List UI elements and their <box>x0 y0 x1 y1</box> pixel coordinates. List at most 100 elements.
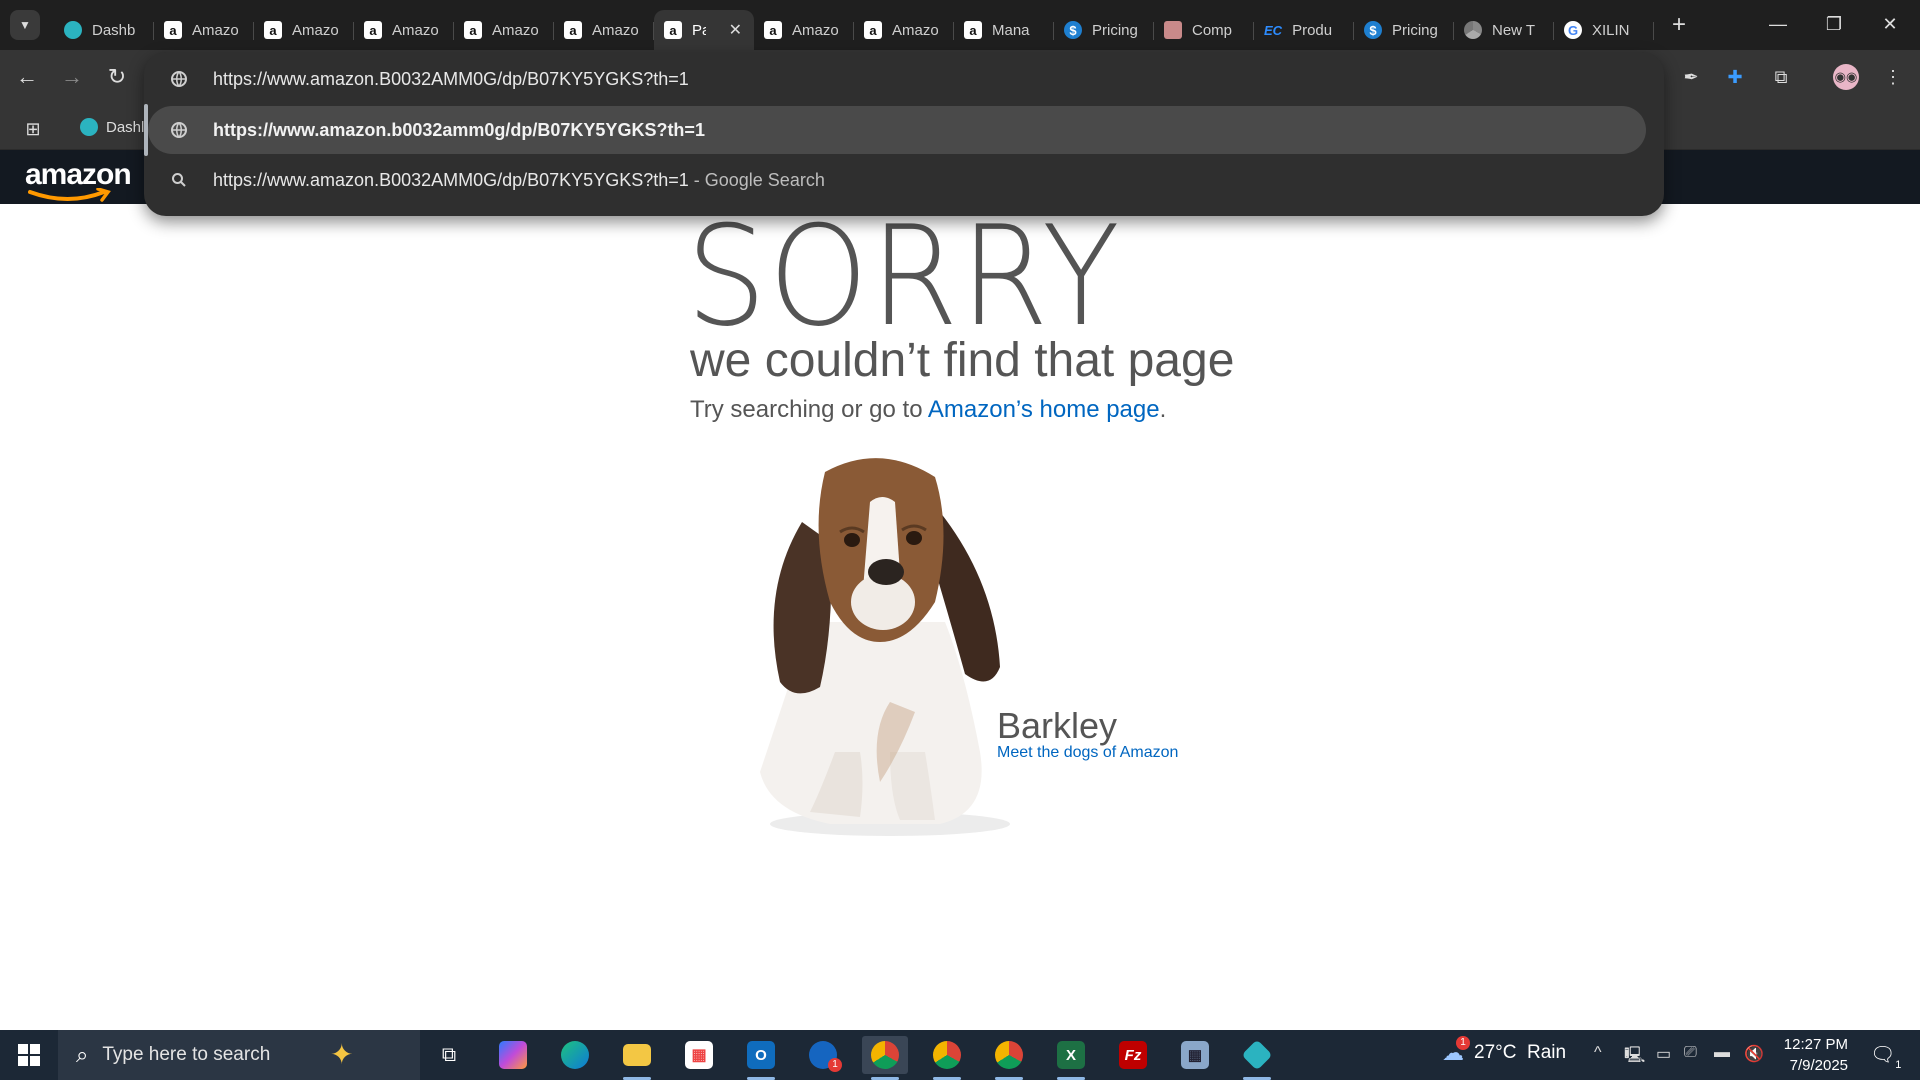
error-subtitle: we couldn’t find that page <box>690 334 1235 387</box>
tab[interactable]: New T <box>1454 10 1554 50</box>
tab[interactable]: $ Pricing <box>1354 10 1454 50</box>
weather-widget[interactable]: ☁ 1 27°C Rain <box>1442 1036 1567 1066</box>
tab[interactable]: a Amazo <box>154 10 254 50</box>
start-button[interactable] <box>0 1030 58 1080</box>
suggestion-search-suffix: - Google Search <box>688 169 825 190</box>
taskbar-dashboard-app[interactable] <box>1234 1036 1280 1080</box>
profile-avatar[interactable]: ◉◉ <box>1833 64 1859 90</box>
tab[interactable]: EC Produ <box>1254 10 1354 50</box>
taskbar-calculator[interactable]: ▦ <box>1172 1036 1218 1074</box>
home-page-link[interactable]: Amazon’s home page <box>928 396 1160 423</box>
filezilla-icon: Fz <box>1119 1041 1147 1069</box>
dashboard-hex-icon <box>1241 1039 1273 1071</box>
display-icon[interactable]: ⎚ <box>1684 1044 1697 1062</box>
taskbar-store[interactable]: ▦ <box>676 1036 722 1074</box>
taskbar-file-explorer[interactable] <box>614 1036 660 1080</box>
taskbar-chrome-3[interactable] <box>986 1036 1032 1080</box>
address-input[interactable]: https://www.amazon.B0032AMM0G/dp/B07KY5Y… <box>213 69 689 90</box>
task-view-button[interactable]: ⧉ <box>426 1036 472 1074</box>
meet-the-dogs-link[interactable]: Meet the dogs of Amazon <box>997 744 1178 762</box>
tab-title: Pricing <box>1092 21 1138 39</box>
store-icon: ▦ <box>685 1041 713 1069</box>
tab[interactable]: a Amazo <box>554 10 654 50</box>
forward-button[interactable]: → <box>57 64 87 90</box>
apps-button[interactable]: ⊞ <box>20 116 46 142</box>
error-hint-text: Try searching or go to <box>690 396 928 423</box>
windows-logo-icon <box>18 1044 40 1066</box>
taskbar-chrome-1[interactable] <box>862 1036 908 1080</box>
address-bar[interactable]: https://www.amazon.B0032AMM0G/dp/B07KY5Y… <box>144 55 1664 103</box>
extension-feather-button[interactable]: ✒ <box>1678 64 1704 90</box>
taskbar-search[interactable]: ⌕ Type here to search ✦ <box>58 1030 420 1080</box>
chrome-icon <box>1464 21 1482 39</box>
chevron-down-icon: ▼ <box>19 18 31 32</box>
tab-strip: ▼ DashbaAmazoaAmazoaAmazoaAmazoaAmazoaPa… <box>0 0 1920 50</box>
tab-title: Pa <box>692 21 706 39</box>
tab[interactable]: $ Pricing <box>1054 10 1154 50</box>
notification-center-button[interactable]: 🗨 1 <box>1870 1042 1901 1071</box>
amazon-logo[interactable]: amazon <box>25 158 132 192</box>
minimize-button[interactable]: — <box>1750 0 1806 48</box>
suggestion-search[interactable]: https://www.amazon.B0032AMM0G/dp/B07KY5Y… <box>144 156 1664 204</box>
taskbar-zoho[interactable]: 1 <box>800 1036 846 1074</box>
extension-blue-button[interactable]: ✚ <box>1722 64 1748 90</box>
chrome-icon <box>933 1041 961 1069</box>
amazon-icon: a <box>364 21 382 39</box>
meet-now-icon[interactable]: ▭ <box>1656 1044 1671 1064</box>
tab-close-icon[interactable]: ✕ <box>729 20 742 40</box>
amazon-icon: a <box>264 21 282 39</box>
tab-title: Pricing <box>1392 21 1438 39</box>
tab[interactable]: Dashb <box>54 10 154 50</box>
weather-text: 27°C Rain <box>1474 1042 1567 1063</box>
omnibox-dropdown: https://www.amazon.B0032AMM0G/dp/B07KY5Y… <box>144 52 1664 216</box>
tab[interactable]: a Amazo <box>854 10 954 50</box>
show-hidden-icons-button[interactable]: ^ <box>1594 1044 1602 1062</box>
extensions-button[interactable]: ⧉ <box>1768 64 1794 90</box>
clock[interactable]: 12:27 PM 7/9/2025 <box>1770 1034 1848 1076</box>
taskbar-chrome-2[interactable] <box>924 1036 970 1080</box>
volume-muted-icon[interactable]: 🔇 <box>1744 1044 1764 1064</box>
chrome-icon <box>995 1041 1023 1069</box>
tab-title: New T <box>1492 21 1536 39</box>
taskbar-outlook[interactable]: O <box>738 1036 784 1080</box>
globe-icon <box>168 119 190 141</box>
tab[interactable]: a Amazo <box>254 10 354 50</box>
reload-button[interactable]: ↻ <box>102 64 132 90</box>
outlook-icon: O <box>747 1041 775 1069</box>
tab[interactable]: a Mana <box>954 10 1054 50</box>
restore-button[interactable]: ❐ <box>1806 0 1862 48</box>
bookmark-dashboard[interactable]: Dashl <box>80 118 144 136</box>
excel-icon: X <box>1057 1041 1085 1069</box>
tab-title: Amazo <box>392 21 438 39</box>
suggestion-url[interactable]: https://www.amazon.b0032amm0g/dp/B07KY5Y… <box>144 104 1646 156</box>
tab[interactable]: a Amazo <box>754 10 854 50</box>
tab[interactable]: a Amazo <box>354 10 454 50</box>
new-tab-button[interactable]: + <box>1672 11 1686 39</box>
tab[interactable]: Comp <box>1154 10 1254 50</box>
close-window-button[interactable]: ✕ <box>1862 0 1918 48</box>
image-icon <box>1164 21 1182 39</box>
amazon-icon: a <box>964 21 982 39</box>
plus-icon: + <box>1672 11 1687 38</box>
taskbar-excel[interactable]: X <box>1048 1036 1094 1080</box>
tab-search-button[interactable]: ▼ <box>10 10 40 40</box>
network-icon[interactable]: 🖳 <box>1624 1044 1645 1071</box>
menu-button[interactable]: ⋮ <box>1880 64 1906 90</box>
dog-name: Barkley <box>997 705 1118 746</box>
dollar-icon: $ <box>1364 21 1382 39</box>
taskbar-copilot[interactable] <box>490 1036 536 1074</box>
arrow-left-icon: ← <box>16 64 38 89</box>
weather-badge: 1 <box>1456 1036 1470 1050</box>
taskbar-edge[interactable] <box>552 1036 598 1074</box>
tab[interactable]: a Amazo <box>454 10 554 50</box>
tab[interactable]: G XILIN <box>1554 10 1654 50</box>
back-button[interactable]: ← <box>12 64 42 90</box>
suggestion-url-text: https://www.amazon.b0032amm0g/dp/B07KY5Y… <box>213 119 705 140</box>
arrow-right-icon: → <box>61 64 83 89</box>
taskbar-filezilla[interactable]: Fz <box>1110 1036 1156 1074</box>
dollar-icon: $ <box>1064 21 1082 39</box>
tab[interactable]: a Pa ✕ <box>654 10 754 50</box>
amazon-icon: a <box>564 21 582 39</box>
battery-icon[interactable]: ▬ <box>1714 1044 1730 1062</box>
minimize-icon: — <box>1769 13 1787 34</box>
